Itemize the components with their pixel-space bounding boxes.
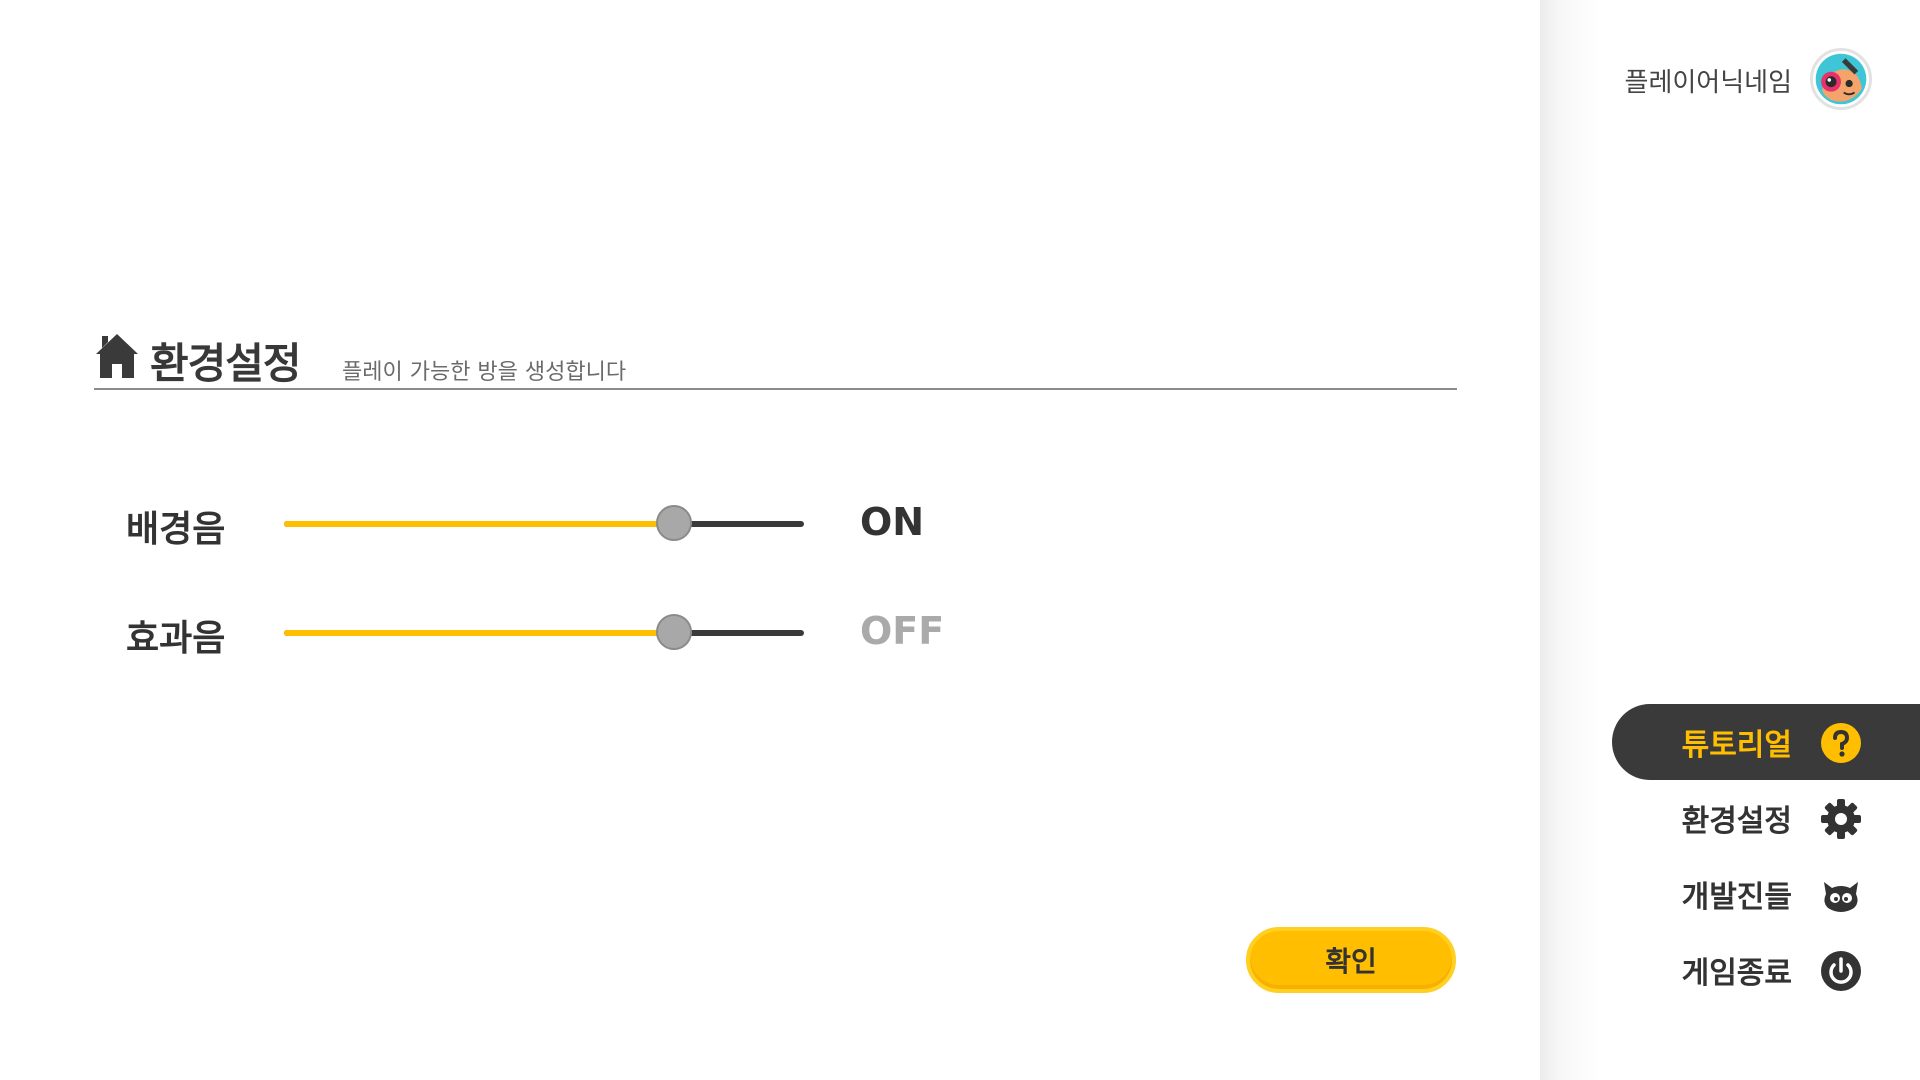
slider-fill bbox=[284, 630, 674, 636]
bgm-toggle[interactable]: ON bbox=[860, 500, 924, 544]
avatar-image bbox=[1815, 53, 1867, 105]
main-panel: 환경설정 플레이 가능한 방을 생성합니다 배경음 ON 효과음 OFF 확인 bbox=[0, 0, 1540, 1080]
menu-item-label: 튜토리얼 bbox=[1681, 728, 1792, 763]
gear-icon bbox=[1821, 799, 1861, 839]
home-icon bbox=[96, 334, 138, 378]
avatar[interactable] bbox=[1810, 48, 1872, 110]
page-subtitle: 플레이 가능한 방을 생성합니다 bbox=[342, 360, 627, 385]
section-header: 환경설정 플레이 가능한 방을 생성합니다 bbox=[94, 328, 1457, 390]
developers-icon bbox=[1824, 882, 1858, 912]
help-circle-icon bbox=[1821, 723, 1861, 763]
sfx-setting-row: 효과음 OFF bbox=[126, 603, 1026, 663]
slider-thumb[interactable] bbox=[656, 505, 692, 541]
sfx-volume-slider[interactable] bbox=[284, 603, 804, 663]
bgm-volume-slider[interactable] bbox=[284, 494, 804, 554]
menu-item-developers[interactable]: 개발진들 bbox=[1612, 856, 1920, 932]
confirm-button[interactable]: 확인 bbox=[1246, 927, 1456, 993]
menu-item-label: 게임종료 bbox=[1681, 956, 1792, 991]
bgm-label: 배경음 bbox=[126, 509, 226, 550]
page-title: 환경설정 bbox=[150, 339, 302, 388]
menu-item-label: 개발진들 bbox=[1681, 880, 1792, 915]
sfx-label: 효과음 bbox=[126, 618, 226, 659]
power-icon bbox=[1821, 951, 1861, 991]
player-nickname: 플레이어닉네임 bbox=[1624, 68, 1792, 98]
sfx-toggle[interactable]: OFF bbox=[860, 609, 944, 653]
slider-fill bbox=[284, 521, 674, 527]
slider-thumb[interactable] bbox=[656, 614, 692, 650]
sidebar-menu: 튜토리얼 환경설정 개발진들 게임종료 bbox=[1612, 704, 1920, 1008]
menu-item-exit[interactable]: 게임종료 bbox=[1612, 932, 1920, 1008]
menu-item-tutorial[interactable]: 튜토리얼 bbox=[1612, 704, 1920, 780]
bgm-setting-row: 배경음 ON bbox=[126, 494, 1026, 554]
menu-item-label: 환경설정 bbox=[1681, 804, 1792, 839]
menu-item-settings[interactable]: 환경설정 bbox=[1612, 780, 1920, 856]
